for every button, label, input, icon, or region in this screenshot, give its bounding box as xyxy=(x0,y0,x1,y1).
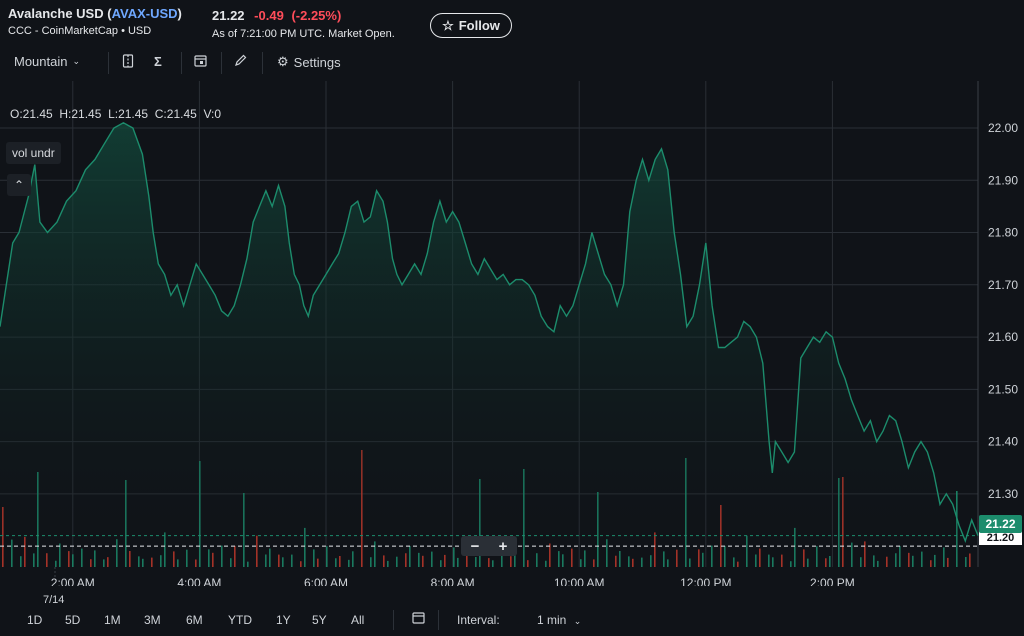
range-3m[interactable]: 3M xyxy=(144,613,161,627)
date-label: 7/14 xyxy=(43,594,65,606)
calendar-event-icon xyxy=(194,54,207,70)
follow-label: Follow xyxy=(458,18,500,33)
chart-canvas[interactable]: 21.30 21.40 21.50 21.60 21.70 21.80 21.90 22.00… xyxy=(0,81,1024,586)
current-price-label: 21.22 xyxy=(979,515,1022,533)
range-5y[interactable]: 5Y xyxy=(312,613,327,627)
follow-button[interactable]: ☆ Follow xyxy=(430,13,512,38)
data-source: CCC - CoinMarketCap • USD xyxy=(8,25,152,37)
draw-pencil-icon xyxy=(234,54,247,70)
price-change-pct: (-2.25%) xyxy=(291,8,342,23)
instrument-name: Avalanche USD xyxy=(8,6,104,21)
range-6m[interactable]: 6M xyxy=(186,613,203,627)
chevron-down-icon: ⌄ xyxy=(72,56,81,66)
x-tick-label: 6:00 AM xyxy=(304,576,348,586)
as-of-timestamp: As of 7:21:00 PM UTC. Market Open. xyxy=(212,28,395,40)
price-chart[interactable]: 21.30 21.40 21.50 21.60 21.70 21.80 21.90 22.00… xyxy=(0,81,1024,586)
draw-button[interactable] xyxy=(234,54,247,70)
quote-header: Avalanche USD (AVAX-USD) CCC - CoinMarke… xyxy=(0,0,1024,46)
settings-label: Settings xyxy=(293,54,341,70)
y-tick-label: 22.00 xyxy=(988,121,1018,135)
price-change: -0.49 xyxy=(254,8,284,23)
chevron-down-icon: ⌄ xyxy=(573,616,582,626)
interval-value: 1 min xyxy=(537,613,567,627)
interval-label: Interval: xyxy=(457,613,500,627)
y-tick-label: 21.90 xyxy=(988,173,1018,187)
chart-type-select[interactable]: Mountain ⌄ xyxy=(14,54,80,69)
indicators-sigma-icon: Σ xyxy=(154,54,162,69)
range-1y[interactable]: 1Y xyxy=(276,613,291,627)
chevron-up-icon: ⌃ xyxy=(13,178,25,192)
volume-toggle[interactable]: vol undr xyxy=(6,142,61,164)
x-tick-label: 8:00 AM xyxy=(431,576,475,586)
interval-select[interactable]: 1 min ⌄ xyxy=(537,613,581,627)
settings-button[interactable]: ⚙ Settings xyxy=(277,54,341,70)
price-block: 21.22 -0.49 (-2.25%) xyxy=(212,8,341,23)
zoom-in-button[interactable]: + xyxy=(499,538,508,555)
events-button[interactable] xyxy=(194,54,207,70)
toolbar-divider xyxy=(262,52,263,74)
price-area xyxy=(0,122,978,568)
x-tick-label: 2:00 PM xyxy=(810,576,855,586)
x-tick-label: 12:00 PM xyxy=(680,576,731,586)
star-outline-icon: ☆ xyxy=(442,17,454,33)
calendar-icon xyxy=(412,611,425,627)
x-tick-label: 10:00 AM xyxy=(554,576,605,586)
compare-icon xyxy=(122,54,134,71)
range-5d[interactable]: 5D xyxy=(65,613,80,627)
range-1d[interactable]: 1D xyxy=(27,613,42,627)
x-tick-label: 2:00 AM xyxy=(51,576,95,586)
toolbar-divider xyxy=(181,52,182,74)
instrument-title: Avalanche USD (AVAX-USD) xyxy=(8,6,182,21)
chart-toolbar: Mountain ⌄ Σ ⚙ Settings xyxy=(0,48,1024,78)
chart-type-label: Mountain xyxy=(14,54,68,69)
instrument-symbol[interactable]: AVAX-USD xyxy=(112,6,178,21)
last-price: 21.22 xyxy=(212,8,245,23)
zoom-controls: − + xyxy=(461,536,517,556)
collapse-legend-button[interactable]: ⌃ xyxy=(7,174,31,196)
x-tick-label: 4:00 AM xyxy=(177,576,221,586)
compare-button[interactable] xyxy=(122,54,134,71)
custom-range-button[interactable] xyxy=(412,611,425,627)
y-tick-label: 21.50 xyxy=(988,382,1018,396)
y-tick-label: 21.80 xyxy=(988,226,1018,240)
y-tick-label: 21.30 xyxy=(988,487,1018,501)
range-1m[interactable]: 1M xyxy=(104,613,121,627)
range-ytd[interactable]: YTD xyxy=(228,613,252,627)
y-tick-label: 21.70 xyxy=(988,278,1018,292)
y-tick-label: 21.60 xyxy=(988,330,1018,344)
secondary-price-label: 21.20 xyxy=(979,531,1022,545)
gear-icon: ⚙ xyxy=(277,54,289,69)
range-divider xyxy=(438,610,439,630)
zoom-out-button[interactable]: − xyxy=(471,538,480,555)
ohlcv-legend: O:21.45 H:21.45 L:21.45 C:21.45 V:0 xyxy=(10,107,222,121)
range-bar: 1D 5D 1M 3M 6M YTD 1Y 5Y All Interval: 1… xyxy=(0,606,1024,634)
range-divider xyxy=(393,610,394,630)
range-all[interactable]: All xyxy=(351,613,364,627)
toolbar-divider xyxy=(108,52,109,74)
y-tick-label: 21.40 xyxy=(988,435,1018,449)
indicators-button[interactable]: Σ xyxy=(154,54,162,69)
toolbar-divider xyxy=(221,52,222,74)
